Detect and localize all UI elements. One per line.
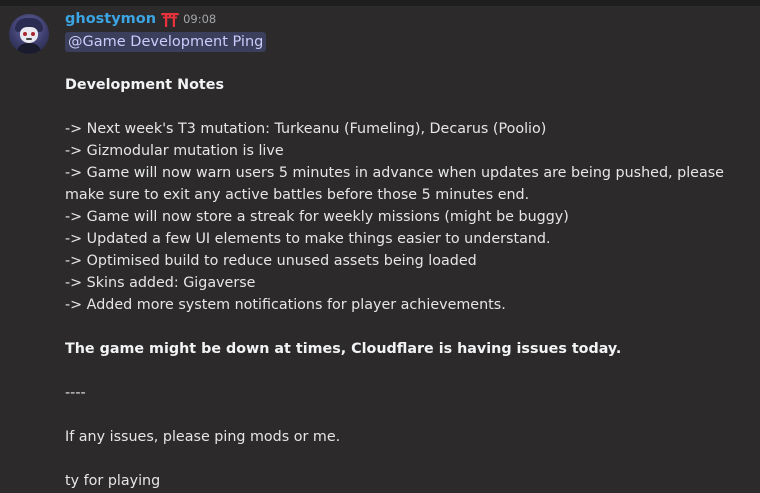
avatar-mouth xyxy=(26,38,32,40)
note-line: -> Skins added: Gigaverse xyxy=(65,275,256,291)
avatar-eye xyxy=(23,32,27,36)
note-line: -> Optimised build to reduce unused asse… xyxy=(65,253,477,269)
note-line: -> Updated a few UI elements to make thi… xyxy=(65,231,551,247)
role-mention[interactable]: @Game Development Ping xyxy=(65,32,267,52)
torii-gate-icon xyxy=(161,12,180,27)
message-timestamp[interactable]: 09:08 xyxy=(183,12,216,26)
note-line: -> Added more system notifications for p… xyxy=(65,297,506,313)
avatar-eye xyxy=(31,32,35,36)
author-name[interactable]: ghostymon xyxy=(65,11,156,27)
note-line: -> Gizmodular mutation is live xyxy=(65,143,284,159)
message-content: Development Notes -> Next week's T3 muta… xyxy=(65,74,751,492)
ping-note: If any issues, please ping mods or me. xyxy=(65,429,341,445)
outage-warning: The game might be down at times, Cloudfl… xyxy=(65,341,622,357)
separator-text: ---- xyxy=(65,385,86,401)
chat-message: ghostymon 09:08 @Game Development Ping D… xyxy=(0,6,760,493)
message-header: ghostymon 09:08 xyxy=(65,9,216,29)
avatar[interactable] xyxy=(9,14,49,54)
note-line: -> Game will now warn users 5 minutes in… xyxy=(65,165,724,203)
notes-heading: Development Notes xyxy=(65,77,224,93)
note-line: -> Game will now store a streak for week… xyxy=(65,209,569,225)
avatar-body xyxy=(17,43,41,54)
closing-line: ty for playing xyxy=(65,473,161,489)
note-line: -> Next week's T3 mutation: Turkeanu (Fu… xyxy=(65,121,547,137)
